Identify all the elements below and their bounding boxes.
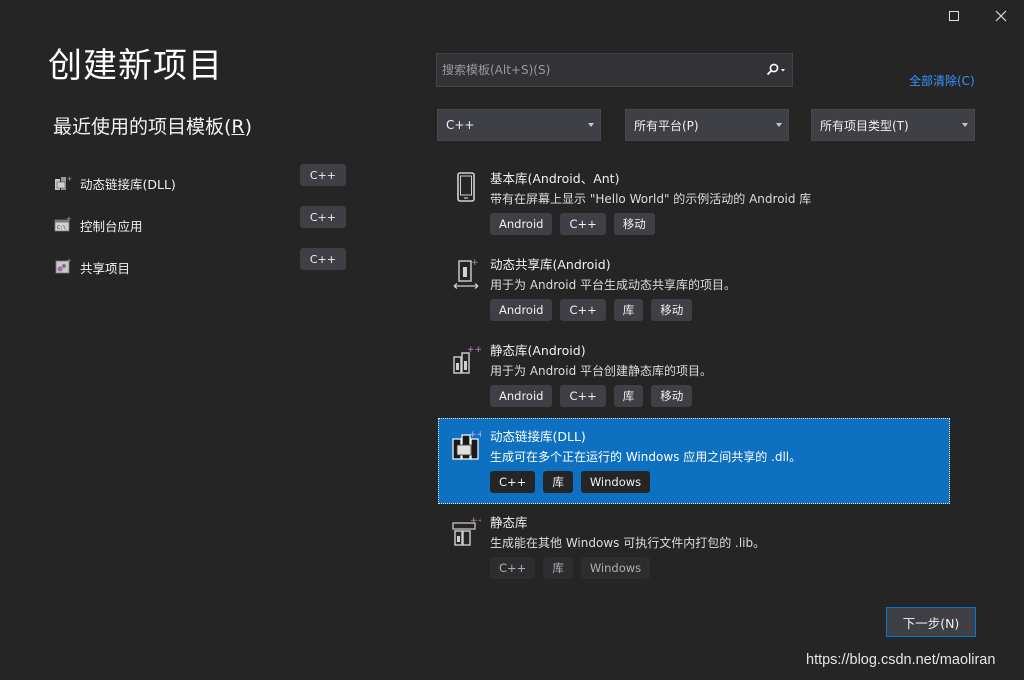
template-description: 带有在屏幕上显示 "Hello World" 的示例活动的 Android 库 (490, 192, 812, 206)
template-name: 动态链接库(DLL) (490, 429, 586, 444)
dll-library-icon: + (54, 174, 72, 192)
platform-filter-value: 所有平台(P) (634, 118, 699, 133)
watermark-text: https://blog.csdn.net/maoliran (806, 652, 996, 668)
template-description: 生成能在其他 Windows 可执行文件内打包的 .lib。 (490, 536, 766, 550)
search-button[interactable] (760, 54, 792, 86)
console-app-icon: C:\ + (54, 216, 72, 234)
template-name: 基本库(Android、Ant) (490, 171, 620, 186)
template-tag: Android (490, 385, 553, 407)
recent-item-dll[interactable]: + 动态链接库(DLL) C++ (54, 162, 346, 204)
svg-text:C:\: C:\ (57, 225, 66, 231)
template-description: 用于为 Android 平台创建静态库的项目。 (490, 364, 713, 378)
static-library-icon: ++ (453, 345, 481, 374)
template-name: 动态共享库(Android) (490, 257, 611, 272)
project-type-filter-dropdown[interactable]: 所有项目类型(T) (811, 109, 975, 141)
svg-text:+: + (66, 258, 72, 265)
template-tag: 移动 (613, 213, 655, 235)
template-tag: 库 (543, 557, 573, 579)
close-icon (995, 10, 1007, 22)
recent-item-tag: C++ (299, 164, 346, 186)
template-tag: 移动 (651, 385, 693, 407)
template-item-android-static-library[interactable]: ++ 静态库(Android) 用于为 Android 平台创建静态库的项目。 … (438, 332, 950, 418)
language-filter-dropdown[interactable]: C++ (437, 109, 601, 141)
template-name: 静态库(Android) (490, 343, 586, 358)
template-tag: Android (490, 213, 553, 235)
clear-all-link[interactable]: 全部清除(C) (909, 72, 975, 89)
template-item-dll[interactable]: ++ 动态链接库(DLL) 生成可在多个正在运行的 Windows 应用之间共享… (438, 418, 950, 504)
recent-heading-accesskey: R (231, 116, 245, 138)
template-tags: Android C++ 移动 (490, 213, 949, 235)
svg-text:+: + (67, 175, 73, 183)
template-tags: Android C++ 库 移动 (490, 299, 949, 321)
template-tag: 库 (613, 385, 644, 407)
recent-item-shared[interactable]: + 共享项目 C++ (54, 246, 346, 288)
recent-templates-list: + 动态链接库(DLL) C++ C:\ + 控制台应用 C++ + 共享项目 (54, 162, 346, 288)
recent-templates-heading: 最近使用的项目模板(R) (53, 112, 252, 139)
maximize-button[interactable] (943, 6, 965, 26)
template-tag: 库 (613, 299, 644, 321)
template-tag: C++ (560, 213, 606, 235)
template-description: 生成可在多个正在运行的 Windows 应用之间共享的 .dll。 (490, 450, 802, 464)
template-item-android-basic-library[interactable]: 基本库(Android、Ant) 带有在屏幕上显示 "Hello World" … (438, 160, 950, 246)
svg-text:+: + (66, 216, 72, 223)
close-button[interactable] (990, 6, 1012, 26)
template-tag: C++ (490, 471, 536, 493)
platform-filter-dropdown[interactable]: 所有平台(P) (625, 109, 789, 141)
recent-item-console[interactable]: C:\ + 控制台应用 C++ (54, 204, 346, 246)
template-tag: 库 (543, 471, 573, 493)
dll-icon: ++ (452, 430, 481, 460)
svg-text:++: ++ (469, 430, 481, 440)
template-tag: C++ (560, 385, 606, 407)
recent-item-tag: C++ (299, 206, 346, 228)
page-title: 创建新项目 (48, 46, 223, 86)
recent-item-label: 控制台应用 (80, 218, 143, 234)
language-filter-value: C++ (446, 118, 475, 132)
template-tags: C++ 库 Windows (490, 557, 949, 579)
search-box (436, 53, 793, 87)
svg-text:+: + (471, 258, 479, 268)
project-type-filter-value: 所有项目类型(T) (820, 118, 909, 133)
next-button[interactable]: 下一步(N) (886, 607, 976, 637)
template-tags: Android C++ 库 移动 (490, 385, 949, 407)
recent-item-label: 动态链接库(DLL) (80, 176, 176, 192)
template-description: 用于为 Android 平台生成动态共享库的项目。 (490, 278, 737, 292)
recent-item-label: 共享项目 (80, 260, 131, 276)
template-item-android-shared-library[interactable]: + 动态共享库(Android) 用于为 Android 平台生成动态共享库的项… (438, 246, 950, 332)
shared-project-icon: + (54, 258, 72, 276)
svg-text:++: ++ (467, 345, 481, 355)
template-tag: C++ (560, 299, 606, 321)
shared-library-icon: + (453, 258, 479, 289)
template-tag: 移动 (651, 299, 693, 321)
search-input[interactable] (437, 54, 760, 86)
template-item-static-library[interactable]: ++ 静态库 生成能在其他 Windows 可执行文件内打包的 .lib。 C+… (438, 504, 950, 590)
chevron-down-icon (588, 123, 594, 127)
template-tag: Android (490, 299, 553, 321)
recent-heading-text: 最近使用的项目模板( (53, 116, 232, 138)
recent-heading-suffix: ) (244, 116, 253, 138)
static-lib-icon: ++ (452, 516, 481, 546)
template-list: 基本库(Android、Ant) 带有在屏幕上显示 "Hello World" … (438, 160, 950, 590)
template-name: 静态库 (490, 515, 528, 530)
recent-item-tag: C++ (299, 248, 346, 270)
phone-icon (457, 172, 475, 202)
search-icon (766, 63, 785, 76)
svg-text:++: ++ (470, 516, 481, 526)
template-tag: Windows (580, 471, 651, 493)
template-tag: C++ (490, 557, 536, 579)
template-tags: C++ 库 Windows (490, 471, 949, 493)
maximize-icon (949, 11, 959, 21)
template-tag: Windows (580, 557, 651, 579)
chevron-down-icon (776, 123, 782, 127)
chevron-down-icon (962, 123, 968, 127)
